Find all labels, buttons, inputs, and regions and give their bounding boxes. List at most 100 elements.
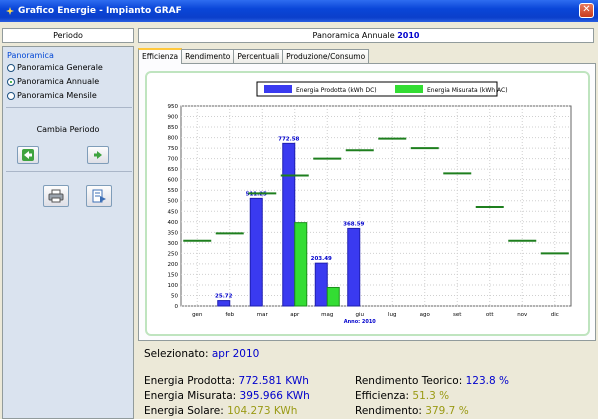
period-box: Panoramica Panoramica Generale Panoramic… xyxy=(2,46,134,419)
x-tick-label: feb xyxy=(225,312,234,318)
radio-button[interactable] xyxy=(7,91,15,100)
x-tick-label: set xyxy=(453,312,462,318)
y-tick-label: 250 xyxy=(168,251,179,257)
yield-label: Rendimento: xyxy=(355,405,422,417)
printer-icon xyxy=(48,189,64,203)
legend-label-measured: Energia Misurata (kWh AC) xyxy=(427,87,508,94)
arrow-right-icon xyxy=(94,151,102,159)
yield-value: 379.7 % xyxy=(425,405,469,417)
radio-label: Panoramica Annuale xyxy=(17,77,100,86)
radio-button[interactable] xyxy=(7,63,15,72)
tab-rendimento[interactable]: Rendimento xyxy=(181,49,235,64)
header-year: 2010 xyxy=(397,31,420,40)
y-tick-label: 700 xyxy=(168,157,179,163)
bar-produced-mar xyxy=(249,197,263,307)
data-label-giu: 368.59 xyxy=(343,221,364,227)
selected-row: Selezionato: apr 2010 xyxy=(144,348,259,360)
radio-label: Panoramica Generale xyxy=(17,63,103,72)
yield-row: Rendimento: 379.7 % xyxy=(355,405,469,417)
bar-produced-mag xyxy=(314,262,328,307)
bar-produced-giu xyxy=(347,227,361,307)
x-tick-label: mar xyxy=(257,312,269,318)
tab-efficienza[interactable]: Efficienza xyxy=(138,48,183,64)
efficiency-label: Efficienza: xyxy=(355,390,410,402)
divider xyxy=(6,171,132,172)
tab-produzione-consumo[interactable]: Produzione/Consumo xyxy=(282,49,370,64)
solar-value: 104.273 KWh xyxy=(227,405,298,417)
export-button[interactable] xyxy=(86,185,112,207)
legend-label-produced: Energia Prodotta (kWh DC) xyxy=(296,87,377,94)
y-tick-label: 750 xyxy=(168,146,179,152)
y-tick-label: 50 xyxy=(171,293,178,299)
theoretical-label: Rendimento Teorico: xyxy=(355,375,463,387)
tab-percentuali[interactable]: Percentuali xyxy=(233,49,284,64)
produced-row: Energia Prodotta: 772.581 KWh xyxy=(144,375,309,387)
change-period-label: Cambia Periodo xyxy=(36,125,100,134)
theoretical-value: 123.8 % xyxy=(465,375,509,387)
selected-label: Selezionato: xyxy=(144,348,209,360)
legend-swatch-produced xyxy=(264,85,292,93)
next-period-button[interactable] xyxy=(87,146,109,164)
y-tick-label: 800 xyxy=(168,136,179,142)
radio-panoramica-mensile[interactable]: Panoramica Mensile xyxy=(7,91,97,100)
x-tick-label: mag xyxy=(321,312,333,318)
radio-button[interactable] xyxy=(7,77,15,86)
header-prefix: Panoramica Annuale xyxy=(312,31,395,40)
x-tick-label: ott xyxy=(486,312,495,318)
y-tick-label: 450 xyxy=(168,209,179,215)
print-button[interactable] xyxy=(43,185,69,207)
measured-label: Energia Misurata: xyxy=(144,390,237,402)
plot-area xyxy=(180,105,572,307)
y-tick-label: 900 xyxy=(168,115,179,121)
bar-produced-apr xyxy=(282,142,296,307)
data-label-feb: 25.72 xyxy=(215,294,233,300)
radio-panoramica-annuale[interactable]: Panoramica Annuale xyxy=(7,77,99,86)
x-tick-label: lug xyxy=(388,312,397,318)
y-tick-label: 100 xyxy=(168,283,179,289)
window-titlebar: Grafico Energie - Impianto GRAF ✕ xyxy=(0,0,598,22)
radio-label: Panoramica Mensile xyxy=(17,91,97,100)
app-icon xyxy=(6,7,14,15)
x-tick-label: ago xyxy=(420,312,431,318)
data-label-apr: 772.58 xyxy=(278,136,299,142)
x-tick-label: dic xyxy=(551,312,559,318)
bar-measured-apr xyxy=(294,222,308,307)
period-header: Periodo xyxy=(2,28,134,43)
summary-panel: Selezionato: apr 2010 Energia Prodotta: … xyxy=(138,343,598,419)
previous-period-button[interactable] xyxy=(17,146,39,164)
y-tick-label: 350 xyxy=(168,230,179,236)
y-tick-label: 300 xyxy=(168,241,179,247)
bar-measured-mag xyxy=(326,286,340,307)
chart-frame: Energia Prodotta (kWh DC) Energia Misurat… xyxy=(145,71,590,336)
left-panel: Periodo Panoramica Panoramica Generale P… xyxy=(0,22,136,419)
legend-swatch-measured xyxy=(395,85,423,93)
y-tick-label: 200 xyxy=(168,262,179,268)
annual-overview-header: Panoramica Annuale 2010 xyxy=(138,28,594,43)
export-icon xyxy=(92,189,106,203)
selected-value: apr 2010 xyxy=(211,348,260,360)
x-axis-label: Anno: 2010 xyxy=(344,319,377,325)
efficiency-value: 51.3 % xyxy=(412,390,450,402)
overview-group-label: Panoramica xyxy=(7,51,54,60)
solar-row: Energia Solare: 104.273 KWh xyxy=(144,405,297,417)
close-icon: ✕ xyxy=(582,4,591,15)
radio-panoramica-generale[interactable]: Panoramica Generale xyxy=(7,63,103,72)
theoretical-row: Rendimento Teorico: 123.8 % xyxy=(355,375,509,387)
divider xyxy=(6,107,132,108)
y-tick-label: 950 xyxy=(168,104,179,110)
arrow-left-icon xyxy=(22,149,34,161)
close-button[interactable]: ✕ xyxy=(579,3,594,18)
y-tick-label: 500 xyxy=(168,199,179,205)
tab-content: Energia Prodotta (kWh DC) Energia Misurat… xyxy=(138,63,596,341)
energy-chart[interactable]: Energia Prodotta (kWh DC) Energia Misurat… xyxy=(147,73,588,334)
bar-produced-feb xyxy=(217,300,231,307)
y-tick-label: 150 xyxy=(168,272,179,278)
y-tick-label: 0 xyxy=(175,304,179,310)
x-tick-label: gen xyxy=(192,312,203,318)
efficiency-row: Efficienza: 51.3 % xyxy=(355,390,449,402)
measured-row: Energia Misurata: 395.966 KWh xyxy=(144,390,310,402)
produced-value: 772.581 KWh xyxy=(238,375,309,387)
measured-value: 395.966 KWh xyxy=(239,390,310,402)
y-tick-label: 850 xyxy=(168,125,179,131)
data-label-mag: 203.49 xyxy=(311,256,332,262)
